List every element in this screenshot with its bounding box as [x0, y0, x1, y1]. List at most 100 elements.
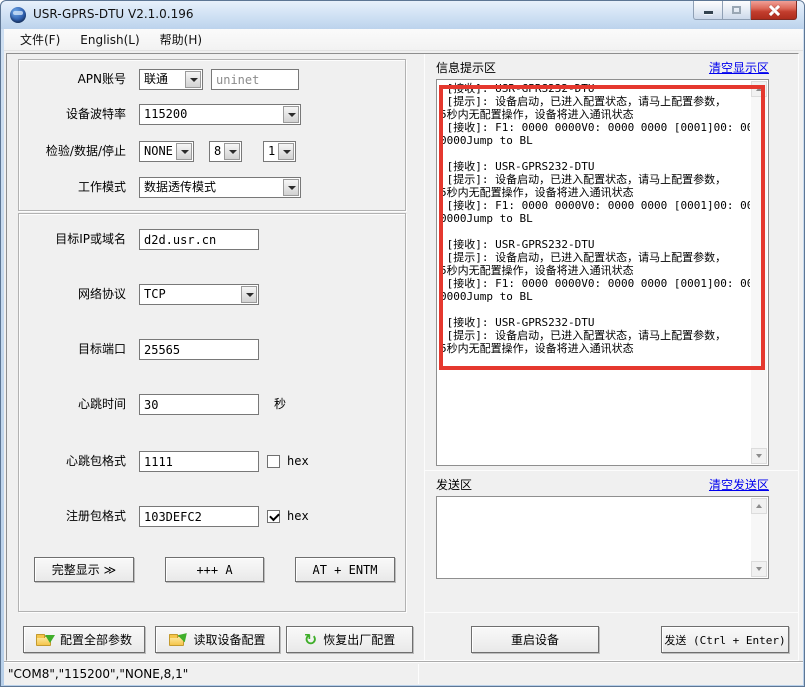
target-port-input[interactable]	[139, 339, 259, 360]
heartbeat-time-row: 心跳时间 秒	[4, 394, 424, 415]
chevron-down-icon[interactable]	[185, 71, 201, 88]
plus-a-button[interactable]: +++ A	[165, 557, 264, 582]
maximize-icon	[732, 6, 741, 14]
full-display-label: 完整显示 ≫	[52, 561, 116, 578]
plus-a-label: +++ A	[196, 563, 232, 577]
parity-value: NONE	[144, 142, 175, 161]
workmode-value: 数据透传模式	[144, 178, 282, 197]
titlebar[interactable]: USR-GPRS-DTU V2.1.0.196	[1, 1, 805, 29]
menu-english[interactable]: English(L)	[70, 30, 149, 50]
restart-device-label: 重启设备	[511, 631, 559, 648]
restart-device-button[interactable]: 重启设备	[471, 626, 599, 653]
menubar: 文件(F) English(L) 帮助(H)	[4, 29, 803, 51]
target-ip-label: 目标IP或域名	[19, 229, 126, 250]
right-panel-divider	[425, 470, 799, 471]
send-textarea[interactable]	[436, 496, 769, 579]
scroll-down-icon[interactable]	[751, 561, 767, 577]
heartbeat-hex-checkbox[interactable]	[267, 455, 280, 468]
apn-row: APN账号 联通	[4, 69, 424, 90]
parity-label: 检验/数据/停止	[19, 141, 126, 162]
parity-row: 检验/数据/停止 NONE 8 1	[4, 141, 424, 162]
chevron-down-icon[interactable]	[176, 143, 192, 160]
baud-label: 设备波特率	[19, 104, 126, 125]
refresh-icon: ↻	[304, 632, 317, 648]
baud-row: 设备波特率 115200	[4, 104, 424, 125]
folder-download-icon	[36, 633, 54, 647]
full-display-button[interactable]: 完整显示 ≫	[34, 557, 134, 582]
heartbeat-packet-label: 心跳包格式	[19, 451, 126, 472]
workmode-select[interactable]: 数据透传模式	[139, 177, 301, 198]
chevron-down-icon[interactable]	[278, 143, 294, 160]
send-button-label: 发送 (Ctrl + Enter)	[664, 632, 785, 648]
apn-label: APN账号	[19, 69, 126, 90]
window-controls	[693, 1, 797, 20]
heartbeat-packet-row: 心跳包格式 hex	[4, 451, 424, 472]
databits-value: 8	[214, 142, 223, 161]
app-window: USR-GPRS-DTU V2.1.0.196 文件(F) English(L)…	[0, 0, 805, 687]
read-config-button[interactable]: 读取设备配置	[155, 626, 280, 653]
stopbits-select[interactable]: 1	[263, 141, 296, 162]
info-log-textarea[interactable]: [接收]: USR-GPRS232-DTU [提示]: 设备启动，已进入配置状态…	[436, 79, 769, 466]
status-bar: "COM8","115200","NONE,8,1"	[4, 661, 803, 685]
heartbeat-packet-input[interactable]	[139, 451, 259, 472]
status-text: "COM8","115200","NONE,8,1"	[8, 667, 188, 681]
heartbeat-time-input[interactable]	[139, 394, 259, 415]
apn-carrier-select[interactable]: 联通	[139, 69, 203, 90]
target-ip-input[interactable]	[139, 229, 259, 250]
factory-reset-button[interactable]: ↻ 恢复出厂配置	[286, 626, 413, 653]
status-separator	[418, 664, 419, 684]
send-area-title: 发送区	[436, 476, 472, 493]
client-area: 文件(F) English(L) 帮助(H) APN账号 联通 设备波特率 11…	[4, 29, 803, 685]
target-port-label: 目标端口	[19, 339, 126, 360]
scroll-up-icon[interactable]	[751, 498, 767, 514]
chevron-down-icon[interactable]	[283, 179, 299, 196]
protocol-value: TCP	[144, 285, 240, 304]
protocol-label: 网络协议	[19, 284, 126, 305]
register-packet-input[interactable]	[139, 506, 259, 527]
clear-display-link[interactable]: 清空显示区	[709, 59, 769, 76]
send-scrollbar[interactable]	[751, 498, 767, 577]
scroll-up-icon[interactable]	[751, 81, 767, 97]
scroll-down-icon[interactable]	[751, 448, 767, 464]
close-button[interactable]	[751, 1, 797, 20]
register-packet-label: 注册包格式	[19, 506, 126, 527]
info-area-title: 信息提示区	[436, 59, 496, 76]
apn-carrier-value: 联通	[144, 70, 184, 89]
maximize-button	[723, 1, 751, 20]
chevron-down-icon[interactable]	[283, 106, 299, 123]
chevron-down-icon[interactable]	[224, 143, 240, 160]
menu-help[interactable]: 帮助(H)	[150, 29, 212, 51]
close-icon	[768, 4, 780, 16]
info-scrollbar[interactable]	[751, 81, 767, 464]
baud-select[interactable]: 115200	[139, 104, 301, 125]
clear-send-link[interactable]: 清空发送区	[709, 476, 769, 493]
heartbeat-hex-label: hex	[287, 451, 309, 472]
send-button[interactable]: 发送 (Ctrl + Enter)	[661, 626, 789, 653]
register-hex-checkbox[interactable]	[267, 510, 280, 523]
read-config-label: 读取设备配置	[193, 631, 265, 648]
baud-value: 115200	[144, 105, 282, 124]
workmode-label: 工作模式	[19, 177, 126, 198]
seconds-unit-label: 秒	[274, 394, 286, 415]
info-area-header: 信息提示区 清空显示区	[436, 59, 769, 75]
config-all-button[interactable]: 配置全部参数	[23, 626, 145, 653]
target-ip-row: 目标IP或域名	[4, 229, 424, 250]
register-packet-row: 注册包格式 hex	[4, 506, 424, 527]
factory-reset-label: 恢复出厂配置	[323, 631, 395, 648]
at-entm-label: AT + ENTM	[312, 563, 377, 577]
stopbits-value: 1	[268, 142, 277, 161]
apn-account-input[interactable]	[211, 69, 299, 90]
parity-select[interactable]: NONE	[139, 141, 194, 162]
minimize-button[interactable]	[693, 1, 723, 20]
config-all-label: 配置全部参数	[60, 631, 132, 648]
right-panel-bottom-divider	[425, 612, 799, 613]
app-icon	[10, 7, 26, 23]
menu-file[interactable]: 文件(F)	[10, 29, 70, 51]
chevron-down-icon[interactable]	[241, 286, 257, 303]
databits-select[interactable]: 8	[209, 141, 242, 162]
protocol-select[interactable]: TCP	[139, 284, 259, 305]
target-port-row: 目标端口	[4, 339, 424, 360]
minimize-icon	[704, 11, 713, 14]
at-entm-button[interactable]: AT + ENTM	[295, 557, 395, 582]
workmode-row: 工作模式 数据透传模式	[4, 177, 424, 198]
